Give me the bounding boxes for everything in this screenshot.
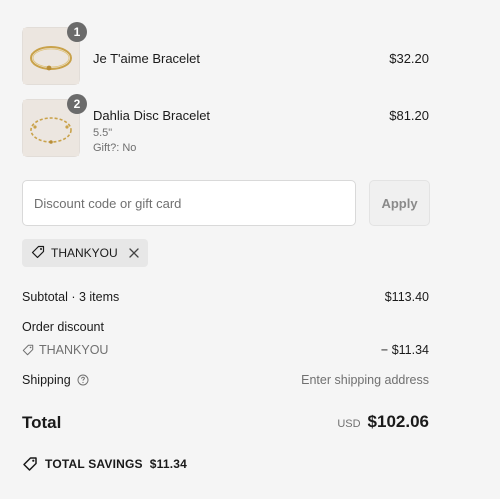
discount-code-input[interactable]: [22, 180, 356, 226]
applied-discount-chip: THANKYOU: [22, 239, 148, 267]
shipping-row: Shipping: [22, 373, 89, 387]
savings-value: $11.34: [149, 457, 187, 471]
item-gift-option: Gift?: No: [93, 142, 137, 154]
item-variant: 5.5": [93, 127, 113, 139]
currency-code: USD: [337, 418, 361, 430]
item-price: $32.20: [389, 51, 429, 66]
subtotal-label: Subtotal · 3 items: [22, 290, 120, 304]
total-label: Total: [22, 413, 62, 432]
order-discount-code-text: THANKYOU: [39, 343, 109, 357]
tag-icon: [22, 344, 34, 356]
order-discount-value: − $11.34: [380, 343, 429, 357]
total-savings: TOTAL SAVINGS $11.34: [22, 456, 187, 472]
help-circle-icon[interactable]: [77, 374, 89, 386]
quantity-badge: 2: [67, 94, 87, 114]
shipping-label: Shipping: [22, 373, 71, 387]
discount-code-label: THANKYOU: [51, 246, 118, 260]
total-value: $102.06: [367, 412, 429, 431]
quantity-badge: 1: [67, 22, 87, 42]
subtotal-value: $113.40: [384, 290, 429, 304]
order-discount-label: Order discount: [22, 320, 104, 334]
shipping-value: Enter shipping address: [301, 373, 429, 387]
close-icon[interactable]: [128, 247, 140, 259]
total-amount: USD $102.06: [337, 412, 429, 432]
item-name: Dahlia Disc Bracelet: [93, 108, 211, 123]
item-name: Je T'aime Bracelet: [93, 51, 201, 66]
savings-label: TOTAL SAVINGS: [45, 457, 143, 471]
savings-tag-icon: [22, 456, 38, 472]
item-price: $81.20: [389, 108, 429, 123]
order-discount-code: THANKYOU: [22, 343, 108, 357]
tag-icon: [31, 245, 45, 262]
apply-button[interactable]: Apply: [369, 180, 430, 226]
